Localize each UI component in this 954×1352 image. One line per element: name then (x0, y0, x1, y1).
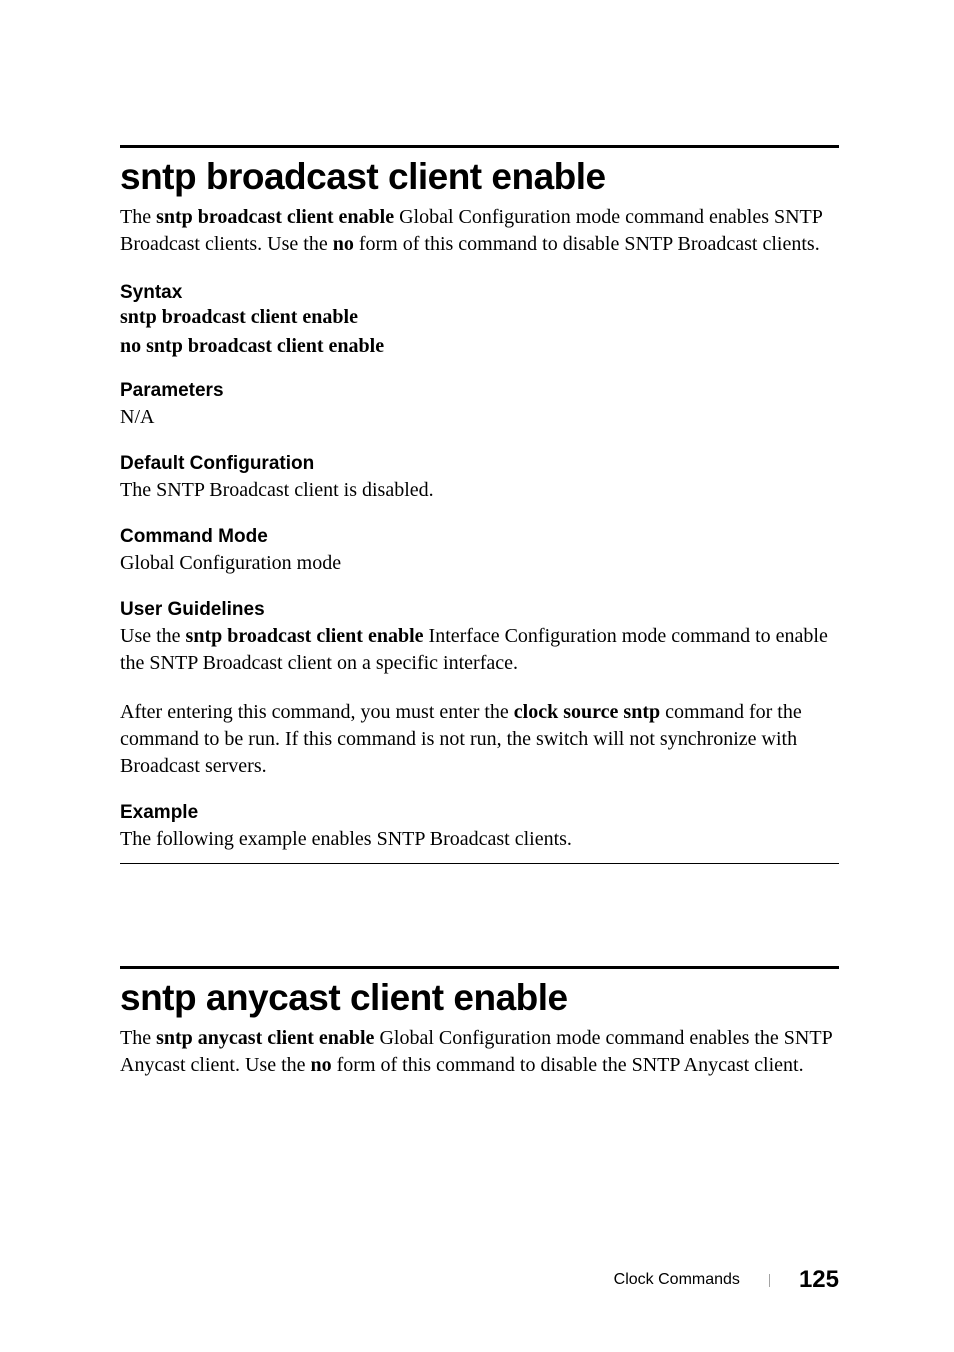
syntax-no-command: no sntp broadcast client enable (120, 335, 839, 358)
guideline-text: Use the (120, 625, 186, 647)
default-config-heading: Default Configuration (120, 453, 839, 475)
guideline-command: sntp broadcast client enable (186, 625, 424, 647)
section-intro: The sntp anycast client enable Global Co… (120, 1025, 839, 1079)
intro-text: form of this command to disable SNTP Bro… (354, 233, 820, 255)
intro-text: The (120, 206, 156, 228)
section-divider-top (120, 966, 839, 969)
user-guidelines-p2: After entering this command, you must en… (120, 699, 839, 780)
intro-command: sntp anycast client enable (156, 1027, 374, 1049)
intro-no-keyword: no (311, 1054, 332, 1076)
footer-separator: | (768, 1272, 771, 1289)
syntax-command: sntp broadcast client enable (120, 306, 839, 329)
section-divider-bottom (120, 863, 839, 864)
section-divider-top (120, 145, 839, 148)
section-title: sntp anycast client enable (120, 977, 839, 1019)
page-footer: Clock Commands | 125 (614, 1266, 839, 1294)
command-mode-body: Global Configuration mode (120, 550, 839, 577)
footer-section-name: Clock Commands (614, 1271, 740, 1289)
guideline-command: clock source sntp (514, 701, 660, 723)
intro-no-keyword: no (333, 233, 354, 255)
section-intro: The sntp broadcast client enable Global … (120, 204, 839, 258)
example-body: The following example enables SNTP Broad… (120, 826, 839, 853)
user-guidelines-p1: Use the sntp broadcast client enable Int… (120, 623, 839, 677)
parameters-heading: Parameters (120, 380, 839, 402)
section-title: sntp broadcast client enable (120, 156, 839, 198)
syntax-block: sntp broadcast client enable no sntp bro… (120, 306, 839, 358)
intro-text: form of this command to disable the SNTP… (332, 1054, 804, 1076)
syntax-heading: Syntax (120, 282, 839, 304)
default-config-body: The SNTP Broadcast client is disabled. (120, 477, 839, 504)
footer-page-number: 125 (799, 1266, 839, 1294)
command-mode-heading: Command Mode (120, 526, 839, 548)
example-heading: Example (120, 802, 839, 824)
parameters-body: N/A (120, 404, 839, 431)
guideline-text: After entering this command, you must en… (120, 701, 514, 723)
intro-command: sntp broadcast client enable (156, 206, 394, 228)
user-guidelines-heading: User Guidelines (120, 599, 839, 621)
intro-text: The (120, 1027, 156, 1049)
